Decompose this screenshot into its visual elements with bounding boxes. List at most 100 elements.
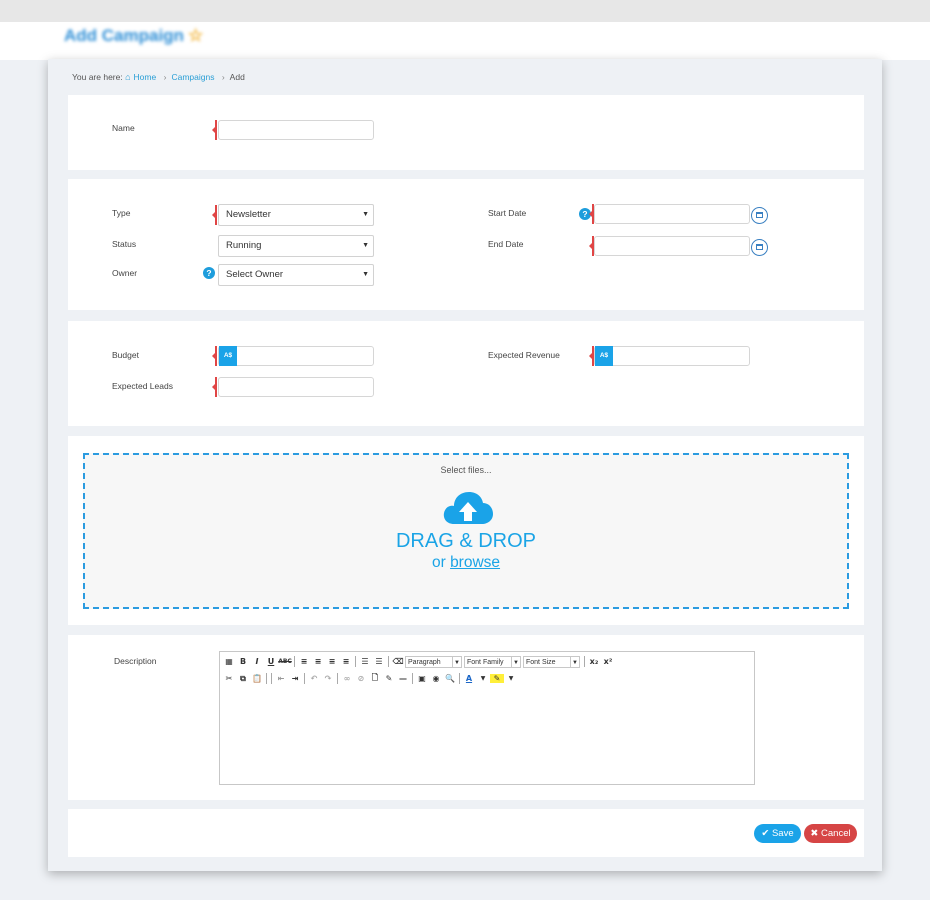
favorite-star-icon[interactable]: ☆ [188,26,203,45]
font-family-value: Font Family [467,658,504,666]
expected-revenue-input[interactable] [594,346,750,366]
font-size-dropdown[interactable]: Font Size ▼ [523,655,580,668]
currency-addon: A$ [595,346,613,366]
description-card: Description ▦ B I U ABC ≡ ≡ ≡ ≡ ☰ ☰ ⌫ Pa… [68,635,864,800]
toolbar-separator [271,673,272,684]
text-color-icon[interactable]: A [462,674,476,683]
browse-link[interactable]: browse [450,554,500,571]
toolbar-separator [337,673,338,684]
details-card: Type Newsletter ▼ Status Running ▼ Owner ?… [68,179,864,310]
home-icon[interactable]: ⌂ [125,72,130,82]
start-date-input[interactable] [594,204,750,224]
redo-icon[interactable]: ↷ [321,674,335,683]
end-date-input[interactable] [594,236,750,256]
toolbar-separator [584,656,585,667]
underline-icon[interactable]: U [264,657,278,666]
description-label: Description [114,656,157,666]
cut-icon[interactable]: ✂ [222,674,236,683]
calendar-icon[interactable] [751,239,768,256]
eraser-icon[interactable]: ⌫ [391,657,405,666]
currency-addon: A$ [219,346,237,366]
breadcrumb-separator: › [163,72,167,82]
calendar-icon[interactable] [751,207,768,224]
undo-icon[interactable]: ↶ [307,674,321,683]
required-marker [212,120,217,140]
toolbar-separator [355,656,356,667]
indent-icon[interactable]: ⇥ [288,674,302,683]
type-select[interactable]: Newsletter ▼ [218,204,374,226]
unlink-icon[interactable]: ⊘ [354,674,368,683]
or-text: or [431,554,446,571]
required-marker [212,205,217,225]
caret-down-icon: ▼ [511,656,520,667]
add-campaign-panel: You are here: ⌂ Home › Campaigns › Add Name… [48,59,882,871]
expected-leads-input[interactable] [218,377,374,397]
toolbar-separator [294,656,295,667]
name-input[interactable] [218,120,374,140]
italic-icon[interactable]: I [250,657,264,666]
browse-line: or browse [85,554,847,572]
breadcrumb-home-link[interactable]: Home [134,72,157,82]
font-family-dropdown[interactable]: Font Family ▼ [464,655,521,668]
link-icon[interactable]: ∞ [340,674,354,683]
caret-down-icon[interactable]: ▼ [504,675,518,682]
paste-icon[interactable]: 📋 [250,674,264,683]
superscript-icon[interactable]: x² [601,657,615,666]
caret-down-icon: ▼ [452,656,461,667]
paragraph-dropdown[interactable]: Paragraph ▼ [405,655,462,668]
preview-icon[interactable]: 🔍 [443,674,457,683]
numbered-list-icon[interactable]: ☰ [372,657,386,666]
actions-card: ✔ Save ✖ Cancel [68,809,864,857]
name-card: Name [68,95,864,170]
align-left-icon[interactable]: ≡ [297,657,311,666]
budget-input[interactable] [218,346,374,366]
align-right-icon[interactable]: ≡ [325,657,339,666]
cancel-button[interactable]: ✖ Cancel [804,824,857,843]
status-label: Status [112,239,137,249]
align-center-icon[interactable]: ≡ [311,657,325,666]
bold-icon[interactable]: B [236,657,250,666]
cloud-upload-icon [443,492,493,524]
image-icon[interactable]: ▣ [415,674,429,683]
help-icon[interactable]: ? [203,267,215,279]
cleanup-icon[interactable]: ✎ [382,674,396,683]
horizontal-rule-icon[interactable]: — [396,674,410,683]
save-button[interactable]: ✔ Save [754,824,801,843]
caret-down-icon[interactable]: ▼ [476,675,490,682]
budget-label: Budget [112,350,139,360]
name-label: Name [112,123,135,133]
owner-label: Owner [112,268,138,278]
browser-top-bar [0,0,930,22]
subscript-icon[interactable]: x₂ [587,657,601,666]
breadcrumb-campaigns-link[interactable]: Campaigns [171,72,214,82]
owner-select[interactable]: Select Owner ▼ [218,264,374,286]
save-label: Save [771,828,794,839]
strikethrough-icon[interactable]: ABC [278,658,292,665]
breadcrumb-separator: › [221,72,225,82]
check-icon: ✔ [761,828,770,839]
toolbar-separator [304,673,305,684]
owner-value: Select Owner [226,269,284,280]
copy-icon[interactable]: ⧉ [236,674,250,684]
caret-down-icon: ▼ [362,242,369,249]
bullet-list-icon[interactable]: ☰ [358,657,372,666]
outdent-icon[interactable]: ⇤ [274,674,288,683]
rich-text-editor[interactable]: ▦ B I U ABC ≡ ≡ ≡ ≡ ☰ ☰ ⌫ Paragraph ▼ Fon… [219,651,755,785]
select-files-text[interactable]: Select files... [85,465,847,475]
align-justify-icon[interactable]: ≡ [339,657,353,666]
highlight-color-icon[interactable]: ✎ [490,674,504,683]
drag-drop-text: DRAG & DROP [395,530,537,552]
toolbar-separator [412,673,413,684]
status-select[interactable]: Running ▼ [218,235,374,257]
new-document-icon[interactable]: 🗋 [368,672,382,686]
expected-leads-label: Expected Leads [112,381,173,391]
anchor-icon[interactable]: ◉ [429,674,443,683]
editor-toolbar-row-1: ▦ B I U ABC ≡ ≡ ≡ ≡ ☰ ☰ ⌫ Paragraph ▼ Fon… [222,654,615,669]
background-sidebar [0,60,48,530]
breadcrumb-prefix: You are here: [72,72,123,82]
table-icon[interactable]: ▦ [222,657,236,666]
close-icon: ✖ [810,828,819,839]
caret-down-icon: ▼ [570,656,579,667]
file-dropzone[interactable]: Select files... DRAG & DROP or browse [83,453,849,609]
toolbar-separator [388,656,389,667]
